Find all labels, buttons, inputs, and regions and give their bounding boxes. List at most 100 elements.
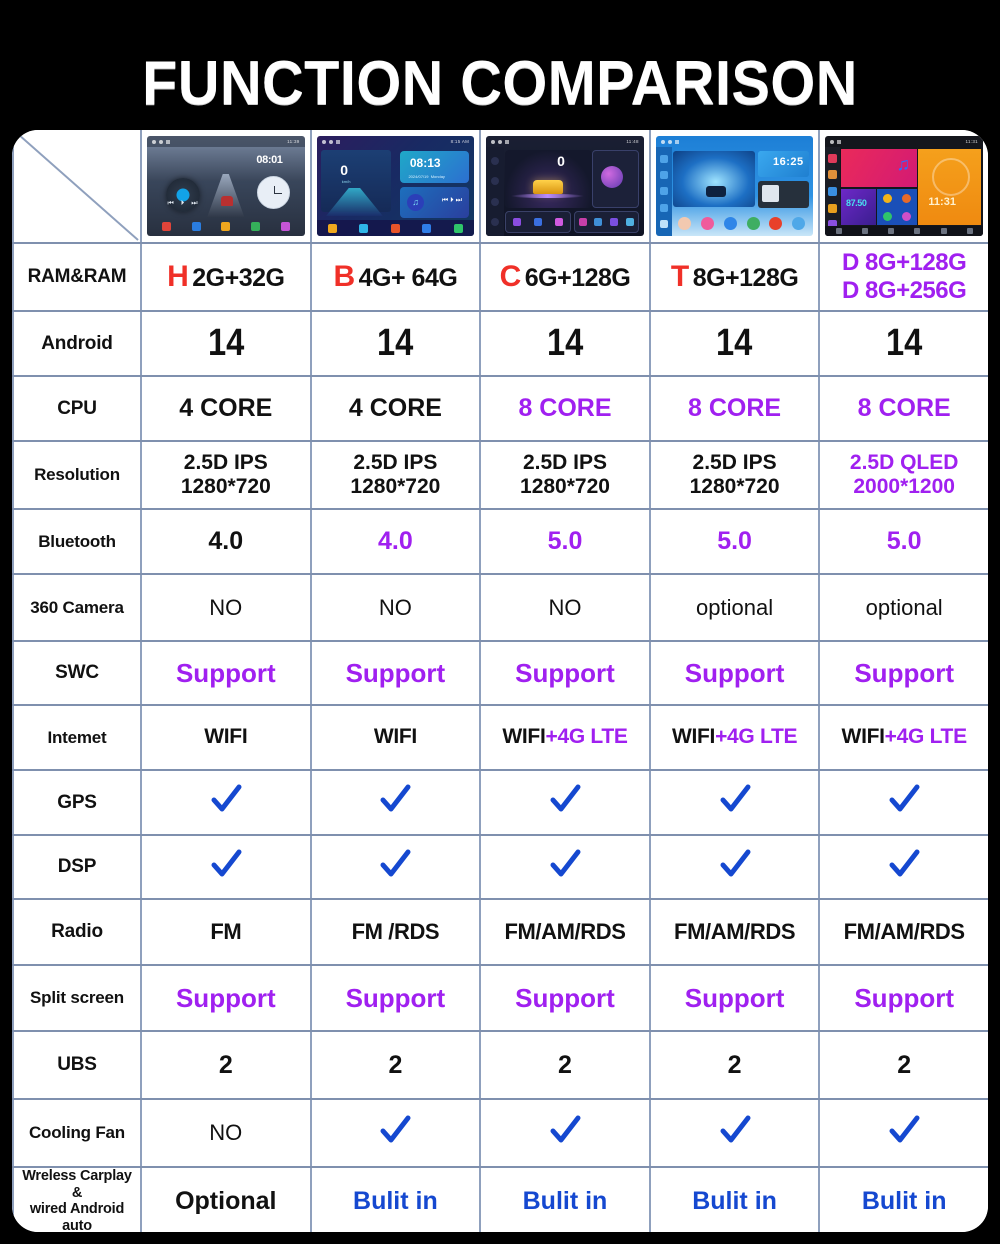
table-row-carplay: Wreless Carplay & wired Android auto Opt… [12, 1166, 988, 1232]
check-icon [548, 848, 582, 882]
table-row-cpu: CPU 4 CORE 4 CORE 8 CORE 8 CORE 8 CORE [12, 375, 988, 442]
table-row-thumbnails: 11:39 ⏮ ⏵ ⏭ 08:01 8:15 AM 0 km/h 08:13 2… [12, 130, 988, 244]
cell-split-d: Support [818, 964, 988, 1032]
cell-carplay-h: Optional [140, 1166, 312, 1232]
table-row-bluetooth: Bluetooth 4.0 4.0 5.0 5.0 5.0 [12, 508, 988, 575]
cell-cpu-t: 8 CORE [648, 375, 821, 442]
check-icon [718, 848, 752, 882]
thumbnail-clock-4: 16:25 [772, 156, 804, 168]
table-row-android: Android 14 14 14 14 14 [12, 310, 988, 377]
cell-gps-c [479, 769, 651, 836]
page-title: FUNCTION COMPARISON [142, 49, 858, 118]
cell-carplay-b: Bulit in [309, 1166, 482, 1232]
row-label-gps: GPS [12, 769, 142, 836]
thumbnail-clock-5: 11:31 [928, 196, 956, 209]
cell-fan-b [309, 1098, 482, 1168]
cell-swc-h: Support [140, 640, 312, 706]
cell-swc-c: Support [479, 640, 651, 706]
cell-gps-t [648, 769, 821, 836]
product-thumbnail-cell-4: 16:25 16:25 [648, 130, 821, 244]
ram-value-b: 4G+ 64G [358, 263, 458, 292]
table-row-360-camera: 360 Camera NO NO NO optional optional [12, 573, 988, 642]
comparison-infographic: FUNCTION COMPARISON 11:39 ⏮ ⏵ ⏭ 08:01 8:… [0, 0, 1000, 1244]
cell-fan-t [648, 1098, 821, 1168]
cell-net-h: WIFI [140, 704, 312, 771]
ram-value-h: 2G+32G [192, 263, 285, 292]
cell-bt-d: 5.0 [818, 508, 988, 575]
check-icon [378, 1114, 412, 1148]
table-body: 11:39 ⏮ ⏵ ⏭ 08:01 8:15 AM 0 km/h 08:13 2… [12, 130, 988, 1232]
cell-ram-d: D 8G+128G D 8G+256G [818, 242, 988, 312]
cell-usb-b: 2 [309, 1030, 482, 1100]
thumbnail-clock-2: 08:13 [409, 156, 441, 170]
row-label-carplay: Wreless Carplay & wired Android auto [12, 1166, 142, 1232]
table-row-usb: UBS 2 2 2 2 2 [12, 1030, 988, 1100]
cell-gps-h [140, 769, 312, 836]
cell-carplay-c: Bulit in [479, 1166, 651, 1232]
ram-value-d-line2: D 8G+256G [842, 277, 967, 304]
table-row-internet: Intemet WIFI WIFI WIFI+4G LTE WIFI+4G LT… [12, 704, 988, 771]
cell-usb-h: 2 [140, 1030, 312, 1100]
thumbnail-speed-2: 0 [340, 162, 349, 178]
cell-net-t: WIFI+4G LTE [648, 704, 821, 771]
ram-value-d-line1: D 8G+128G [842, 249, 967, 277]
thumbnail-clock-1: 08:01 [256, 154, 283, 166]
row-label-cpu: CPU [12, 375, 142, 442]
thumbnail-speed-3: 0 [557, 153, 565, 169]
row-label-usb: UBS [12, 1030, 142, 1100]
cell-ram-c: C 6G+128G [479, 242, 651, 312]
cell-res-b: 2.5D IPS 1280*720 [309, 440, 482, 510]
cell-net-b: WIFI [309, 704, 482, 771]
cell-swc-t: Support [648, 640, 821, 706]
cell-res-d: 2.5D QLED 2000*1200 [818, 440, 988, 510]
cell-cam-d: optional [818, 573, 988, 642]
cell-android-b: 14 [309, 310, 482, 377]
cell-split-t: Support [648, 964, 821, 1032]
cell-radio-c: FM/AM/RDS [479, 898, 651, 966]
cell-bt-h: 4.0 [140, 508, 312, 575]
cell-usb-c: 2 [479, 1030, 651, 1100]
check-icon [209, 783, 243, 817]
cell-split-c: Support [479, 964, 651, 1032]
cell-split-h: Support [140, 964, 312, 1032]
ram-value-c: 6G+128G [524, 263, 631, 292]
cell-res-h: 2.5D IPS 1280*720 [140, 440, 312, 510]
badge-c: C [499, 259, 522, 293]
cell-ram-b: B 4G+ 64G [309, 242, 482, 312]
check-icon [887, 783, 921, 817]
cell-gps-d [818, 769, 988, 836]
cell-dsp-c [479, 834, 651, 900]
row-label-dsp: DSP [12, 834, 142, 900]
cell-fan-h: NO [140, 1098, 312, 1168]
corner-cell [12, 130, 142, 244]
table-row-cooling-fan: Cooling Fan NO [12, 1098, 988, 1168]
table-row-radio: Radio FM FM /RDS FM/AM/RDS FM/AM/RDS FM/… [12, 898, 988, 966]
check-icon [887, 1114, 921, 1148]
cell-android-h: 14 [140, 310, 312, 377]
row-label-resolution: Resolution [12, 440, 142, 510]
comparison-table: 11:39 ⏮ ⏵ ⏭ 08:01 8:15 AM 0 km/h 08:13 2… [12, 130, 988, 1232]
cell-net-d: WIFI+4G LTE [818, 704, 988, 771]
cell-dsp-b [309, 834, 482, 900]
check-icon [548, 783, 582, 817]
diagonal-divider-icon [14, 130, 140, 242]
row-label-360-camera: 360 Camera [12, 573, 142, 642]
comparison-table-container: 11:39 ⏮ ⏵ ⏭ 08:01 8:15 AM 0 km/h 08:13 2… [12, 130, 988, 1232]
table-row-swc: SWC Support Support Support Support Supp… [12, 640, 988, 706]
cell-android-d: 14 [818, 310, 988, 377]
check-icon [548, 1114, 582, 1148]
row-label-android: Android [12, 310, 142, 377]
thumbnail-speed-unit-2: km/h [341, 179, 351, 184]
row-label-ram: RAM&RAM [12, 242, 142, 312]
cell-android-t: 14 [648, 310, 821, 377]
cell-bt-b: 4.0 [309, 508, 482, 575]
check-icon [887, 848, 921, 882]
cell-ram-t: T 8G+128G [648, 242, 821, 312]
cell-cam-t: optional [648, 573, 821, 642]
cell-cpu-b: 4 CORE [309, 375, 482, 442]
cell-dsp-h [140, 834, 312, 900]
table-row-dsp: DSP [12, 834, 988, 900]
cell-carplay-d: Bulit in [818, 1166, 988, 1232]
cell-cam-b: NO [309, 573, 482, 642]
cell-carplay-t: Bulit in [648, 1166, 821, 1232]
